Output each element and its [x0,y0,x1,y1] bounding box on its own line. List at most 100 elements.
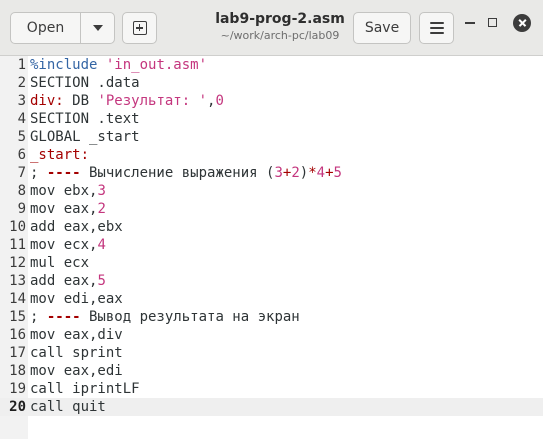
code-text: GLOBAL _start [30,128,140,146]
code-token: mov eax,edi [30,363,123,379]
code-text: mov ecx,4 [30,236,106,254]
code-text: call quit [30,398,106,416]
code-line[interactable]: 4 SECTION .text [0,110,543,128]
code-line[interactable]: 2 SECTION .data [0,74,543,92]
code-token: _start: [30,147,90,163]
code-text: ; ---- Вычисление выражения (3+2)*4+5 [30,164,342,182]
code-token: SECTION .text [30,111,140,127]
code-token: call iprintLF [30,381,140,397]
code-text: mov edi,eax [30,290,123,308]
code-token: 4 [316,165,326,181]
line-number: 17 [9,345,26,361]
line-number: 13 [9,273,26,289]
code-text: call sprint [30,344,123,362]
code-token: 2 [97,201,106,217]
line-number: 7 [17,165,26,181]
line-number: 6 [17,147,26,163]
code-token: mov eax, [30,201,98,217]
code-line[interactable]: 5 GLOBAL _start [0,128,543,146]
code-line[interactable]: 10 add eax,ebx [0,218,543,236]
code-line[interactable]: 15; ---- Вывод результата на экран [0,308,543,326]
header-bar: Open lab9-prog-2.asm ~/work/arch-pc/lab0… [0,0,543,56]
code-token: DB [63,93,98,109]
code-token: 2 [291,165,300,181]
code-token: * [308,165,317,181]
line-number: 12 [9,255,26,271]
code-token: SECTION .data [30,75,140,91]
code-token: mov eax,div [30,327,123,343]
line-number: 9 [17,201,26,217]
code-line[interactable]: 1 %include 'in_out.asm' [0,56,543,74]
line-number: 8 [17,183,26,199]
minimize-icon[interactable] [465,22,475,24]
code-line[interactable]: 18 mov eax,edi [0,362,543,380]
line-number: 4 [17,111,26,127]
close-icon[interactable] [513,14,531,32]
code-line[interactable]: 16 mov eax,div [0,326,543,344]
code-token: + [325,165,334,181]
code-token: 5 [97,273,106,289]
open-button-group: Open [10,12,115,44]
code-line[interactable]: 13 add eax,5 [0,272,543,290]
line-number: 18 [9,363,26,379]
code-text: mov ebx,3 [30,182,106,200]
code-token: ; [30,309,47,325]
code-token: %include [30,57,98,73]
code-token: mov edi,eax [30,291,123,307]
line-number: 10 [9,219,26,235]
code-line[interactable]: 12 mul ecx [0,254,543,272]
code-line[interactable]: 7; ---- Вычисление выражения (3+2)*4+5 [0,164,543,182]
code-text: add eax,ebx [30,218,123,236]
code-editor[interactable]: 1 %include 'in_out.asm' 2 SECTION .data 3 div… [0,56,543,439]
code-token: Вывод результата на экран [80,309,300,325]
line-number: 2 [17,75,26,91]
code-line[interactable]: 9 mov eax,2 [0,200,543,218]
code-token: call sprint [30,345,123,361]
code-token: ---- [46,309,81,325]
code-line[interactable]: 6 _start: [0,146,543,164]
code-token: call quit [30,399,106,415]
code-token: add eax,ebx [30,219,123,235]
code-text: SECTION .data [30,74,140,92]
code-token: 5 [333,165,342,181]
code-token: GLOBAL _start [30,129,140,145]
window-title-block: lab9-prog-2.asm ~/work/arch-pc/lab09 [190,10,370,44]
line-number: 1 [17,57,26,73]
hamburger-menu-icon [429,22,444,34]
code-text: call iprintLF [30,380,140,398]
code-line[interactable]: 11 mov ecx,4 [0,236,543,254]
line-number: 16 [9,327,26,343]
code-text: SECTION .text [30,110,140,128]
code-token: 3 [274,165,283,181]
line-number: 14 [9,291,26,307]
code-token: ---- [46,165,81,181]
line-number: 5 [17,129,26,145]
code-line[interactable]: 3 div: DB 'Результат: ',0 [0,92,543,110]
code-token: 'in_out.asm' [105,57,208,73]
window-subtitle: ~/work/arch-pc/lab09 [220,29,340,42]
line-number: 15 [9,309,26,325]
code-line[interactable]: 20 call quit [0,398,543,416]
code-token: mov ebx, [30,183,98,199]
code-text: add eax,5 [30,272,106,290]
save-button[interactable]: Save [353,12,411,44]
code-token: ; [30,165,47,181]
code-line[interactable]: 19 call iprintLF [0,380,543,398]
open-menu-button[interactable] [81,13,114,43]
code-text: mov eax,div [30,326,123,344]
open-button[interactable]: Open [11,13,81,43]
new-tab-button[interactable] [122,12,157,44]
window-title: lab9-prog-2.asm [215,11,345,27]
code-line[interactable]: 14 mov edi,eax [0,290,543,308]
code-token: 'Результат: ' [97,93,208,109]
maximize-icon[interactable] [488,18,497,27]
code-token: mul ecx [30,255,90,271]
code-token: Вычисление выражения ( [80,165,275,181]
code-line[interactable]: 8 mov ebx,3 [0,182,543,200]
main-menu-button[interactable] [419,12,454,44]
code-line[interactable]: 17 call sprint [0,344,543,362]
code-text: div: DB 'Результат: ',0 [30,92,224,110]
line-number: 11 [9,237,26,253]
code-token: ) [299,165,309,181]
code-text: %include 'in_out.asm' [30,56,207,74]
